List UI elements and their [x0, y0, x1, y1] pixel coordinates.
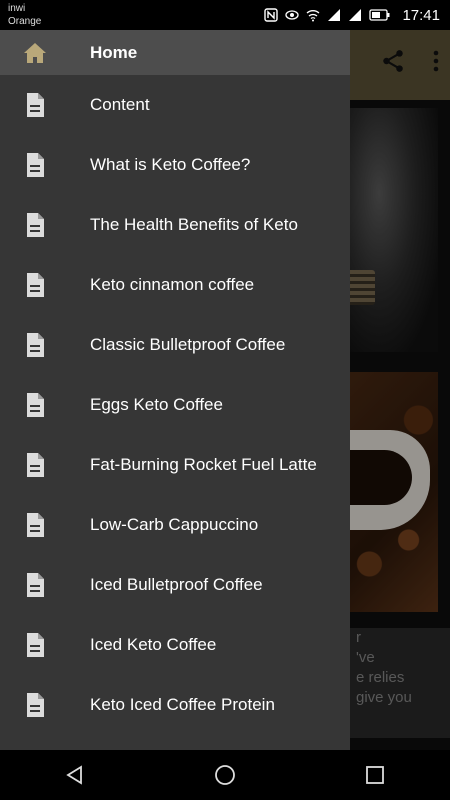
- drawer-item-label: Keto Iced Coffee Protein: [90, 695, 275, 714]
- drawer-item-label: What is Keto Coffee?: [90, 155, 251, 174]
- carrier-secondary: Orange: [8, 16, 42, 27]
- drawer-item-classic-bulletproof[interactable]: Classic Bulletproof Coffee: [0, 315, 350, 375]
- home-circle-icon: [215, 765, 235, 785]
- carrier-primary: inwi: [8, 3, 26, 14]
- drawer-item-label: The Health Benefits of Keto: [90, 215, 298, 234]
- drawer-item-label: Home: [90, 42, 138, 62]
- drawer-item-label: Iced Bulletproof Coffee: [90, 575, 263, 594]
- eye-icon: [285, 10, 300, 20]
- drawer-item-label: Fat-Burning Rocket Fuel Latte: [90, 455, 317, 474]
- drawer-item-eggs-keto-coffee[interactable]: Eggs Keto Coffee: [0, 375, 350, 435]
- drawer-item-keto-cinnamon-coffee[interactable]: Keto cinnamon coffee: [0, 255, 350, 315]
- drawer-item-keto-iced-coffee-protein[interactable]: Keto Iced Coffee Protein: [0, 675, 350, 735]
- drawer-scrim[interactable]: [350, 30, 450, 750]
- signal-icon: [328, 9, 341, 21]
- home-button[interactable]: [205, 755, 245, 795]
- system-navigation-bar: [0, 750, 450, 800]
- drawer-item-label: Iced Keto Coffee: [90, 635, 217, 654]
- document-icon: [27, 513, 44, 537]
- drawer-item-label: Classic Bulletproof Coffee: [90, 335, 286, 354]
- document-icon: [27, 573, 44, 597]
- drawer-item-what-is-keto-coffee[interactable]: What is Keto Coffee?: [0, 135, 350, 195]
- signal-icon: [349, 9, 362, 21]
- recents-square-icon: [366, 766, 384, 784]
- drawer-item-label: Keto cinnamon coffee: [90, 275, 255, 294]
- navigation-drawer: Home Content What is Keto Coffee? The He…: [0, 30, 350, 750]
- document-icon: [27, 453, 44, 477]
- document-icon: [27, 153, 44, 177]
- clock: 17:41: [402, 6, 440, 24]
- nfc-icon: [264, 8, 279, 22]
- back-button[interactable]: [55, 755, 95, 795]
- document-icon: [27, 693, 44, 717]
- drawer-item-label: Eggs Keto Coffee: [90, 395, 223, 414]
- document-icon: [27, 393, 44, 417]
- drawer-item-iced-bulletproof[interactable]: Iced Bulletproof Coffee: [0, 555, 350, 615]
- home-icon: [24, 42, 46, 63]
- document-icon: [27, 213, 44, 237]
- drawer-item-label: Content: [90, 95, 150, 114]
- document-icon: [27, 633, 44, 657]
- wifi-icon: [307, 10, 320, 22]
- drawer-item-home[interactable]: Home: [0, 30, 350, 75]
- document-icon: [27, 93, 44, 117]
- drawer-item-label: Low-Carb Cappuccino: [90, 515, 259, 534]
- battery-icon: [369, 9, 390, 21]
- drawer-item-rocket-fuel-latte[interactable]: Fat-Burning Rocket Fuel Latte: [0, 435, 350, 495]
- back-triangle-icon: [66, 765, 82, 785]
- drawer-item-low-carb-cappuccino[interactable]: Low-Carb Cappuccino: [0, 495, 350, 555]
- drawer-item-iced-keto-coffee[interactable]: Iced Keto Coffee: [0, 615, 350, 675]
- drawer-item-content[interactable]: Content: [0, 75, 350, 135]
- document-icon: [27, 273, 44, 297]
- drawer-item-health-benefits[interactable]: The Health Benefits of Keto: [0, 195, 350, 255]
- recents-button[interactable]: [355, 755, 395, 795]
- status-bar: inwi Orange 17:41: [0, 0, 450, 30]
- document-icon: [27, 333, 44, 357]
